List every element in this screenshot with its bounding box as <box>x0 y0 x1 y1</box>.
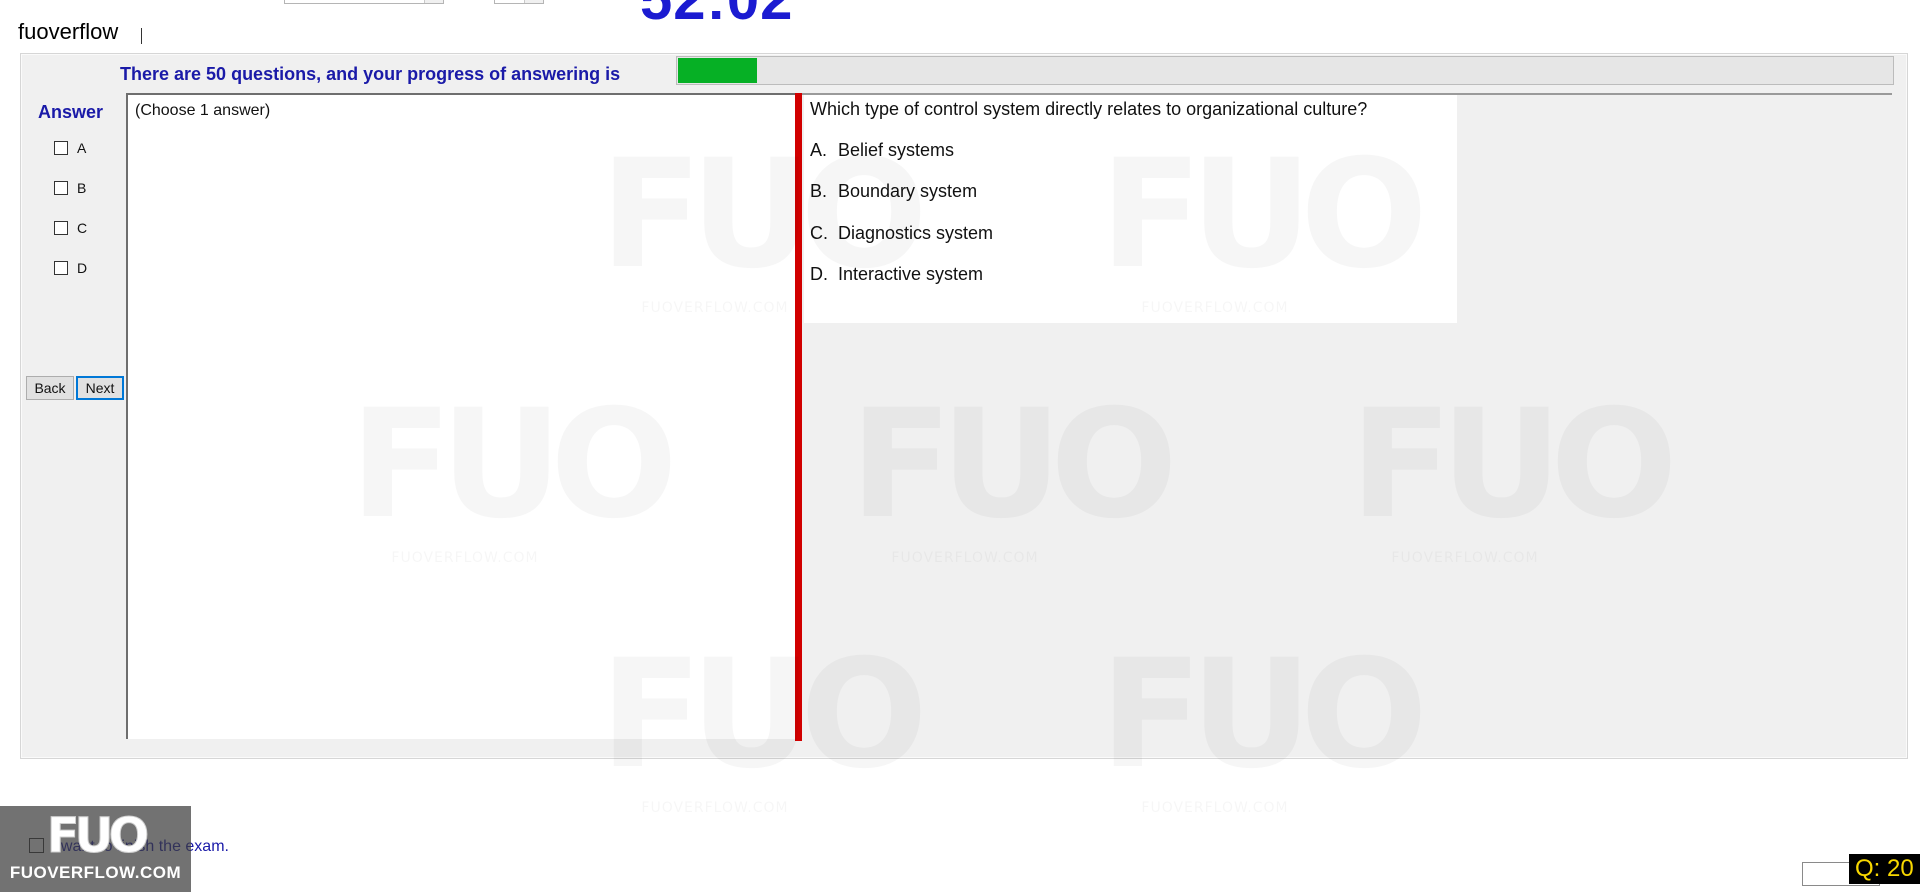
answer-option-label: C <box>77 220 88 236</box>
progress-fill <box>678 58 757 83</box>
progress-bar <box>676 56 1894 85</box>
logo-text: FUOVERFLOW.COM <box>9 863 182 882</box>
top-combobox[interactable] <box>284 0 444 4</box>
answer-option-a[interactable]: A <box>54 139 86 157</box>
watermark-logo: FUOFUOVERFLOW.COM <box>1100 140 1330 316</box>
choose-hint: (Choose 1 answer) <box>135 102 271 119</box>
watermark-logo: FUOFUOVERFLOW.COM <box>600 640 830 816</box>
watermark-logo: FUOFUOVERFLOW.COM <box>600 140 830 316</box>
next-button[interactable]: Next <box>76 376 124 400</box>
progress-label: There are 50 questions, and your progres… <box>120 64 621 84</box>
watermark-logo: FUOFUOVERFLOW.COM <box>350 390 580 566</box>
question-counter-badge: Q: 20 <box>1849 854 1920 884</box>
brand-logo: FUO FUOVERFLOW.COM <box>0 806 191 892</box>
top-small-combobox[interactable] <box>494 0 544 4</box>
back-button[interactable]: Back <box>26 376 74 400</box>
dropdown-arrow-icon[interactable] <box>524 0 543 3</box>
watermark-logo: FUOFUOVERFLOW.COM <box>1100 640 1330 816</box>
watermark-logo: FUOFUOVERFLOW.COM <box>1350 390 1580 566</box>
answer-option-label: A <box>77 140 87 156</box>
answer-option-c[interactable]: C <box>54 219 87 237</box>
answer-option-b[interactable]: B <box>54 179 86 197</box>
answer-title: Answer <box>38 102 104 122</box>
checkbox[interactable] <box>54 181 68 195</box>
question-text: Which type of control system directly re… <box>810 99 1368 119</box>
text-caret <box>141 28 142 44</box>
answer-option-label: B <box>77 180 87 196</box>
answer-option-d[interactable]: D <box>54 259 87 277</box>
dropdown-arrow-icon[interactable] <box>424 0 443 3</box>
watermark-logo: FUOFUOVERFLOW.COM <box>850 390 1080 566</box>
site-label: fuoverflow <box>18 19 119 44</box>
logo-mark: FUO <box>46 808 150 864</box>
answer-option-label: D <box>77 260 88 276</box>
exam-timer: 52:02 <box>640 0 793 33</box>
checkbox[interactable] <box>54 141 68 155</box>
checkbox[interactable] <box>54 261 68 275</box>
checkbox[interactable] <box>54 221 68 235</box>
